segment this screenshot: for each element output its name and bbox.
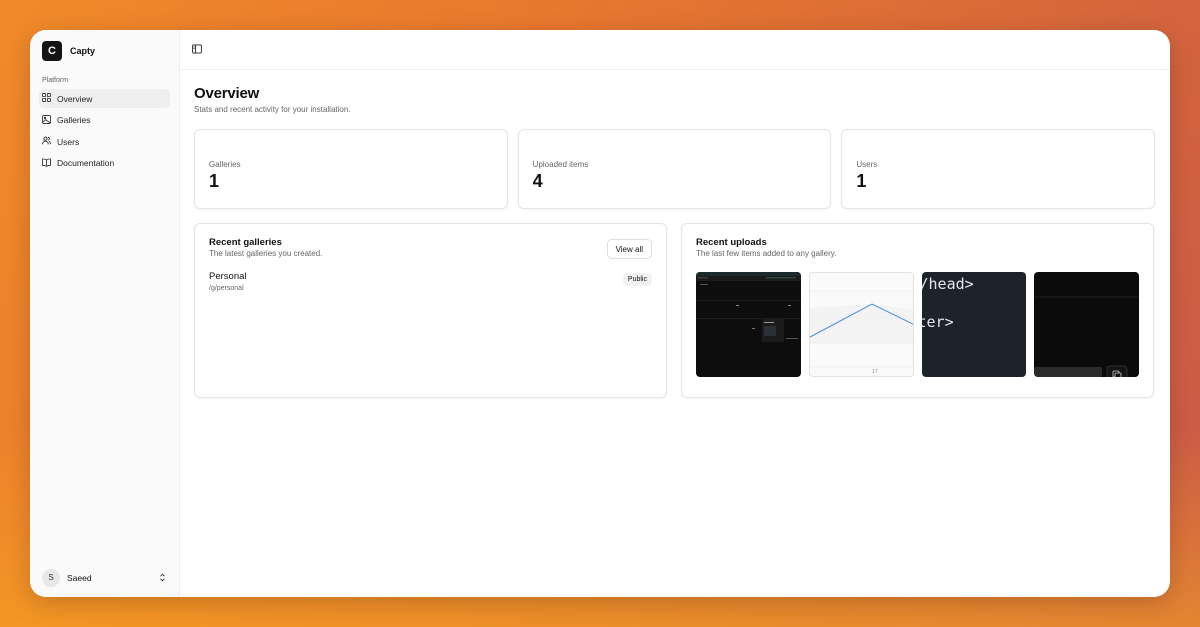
panel-subtitle: The last few items added to any gallery. bbox=[696, 249, 837, 258]
stat-value: 1 bbox=[209, 171, 220, 191]
dark-ui-image bbox=[1034, 296, 1139, 377]
brand-name: Capty bbox=[70, 46, 96, 56]
main-content: Overview Stats and recent activity for y… bbox=[180, 30, 1170, 597]
panel-title: Recent uploads bbox=[696, 237, 767, 248]
image-icon bbox=[42, 114, 51, 126]
code-line: /head> bbox=[921, 275, 974, 293]
users-icon bbox=[42, 136, 51, 147]
upload-thumbnail-1[interactable] bbox=[696, 272, 801, 377]
gallery-path: /g/personal bbox=[209, 285, 244, 292]
chevrons-up-down-icon bbox=[158, 569, 167, 587]
sidebar-item-overview[interactable]: Overview bbox=[39, 89, 170, 108]
sidebar: C Capty Platform Overview Galleries User… bbox=[30, 30, 180, 597]
sidebar-item-label: Users bbox=[57, 136, 80, 147]
recent-galleries-panel: Recent galleries The latest galleries yo… bbox=[194, 223, 667, 398]
dark-screenshot-image bbox=[696, 272, 801, 342]
sidebar-section-label: Platform bbox=[42, 77, 69, 84]
sidebar-item-documentation[interactable]: Documentation bbox=[39, 154, 170, 173]
panel-subtitle: The latest galleries you created. bbox=[209, 249, 323, 258]
code-line: ter> bbox=[921, 313, 954, 331]
line-chart-image: 17 bbox=[809, 290, 913, 375]
brand-logo: C bbox=[42, 41, 62, 61]
panels-row: Recent galleries The latest galleries yo… bbox=[194, 223, 1155, 398]
stat-value: 1 bbox=[856, 171, 867, 191]
upload-thumbnail-3[interactable]: /head> ter> bbox=[921, 272, 1027, 377]
stat-label: Galleries bbox=[209, 160, 241, 169]
sidebar-item-label: Overview bbox=[57, 93, 93, 104]
recent-uploads-panel: Recent uploads The last few items added … bbox=[681, 223, 1154, 398]
thumbnail-axis-label: 17 bbox=[872, 369, 878, 375]
sidebar-toggle-icon bbox=[192, 41, 202, 59]
page-title: Overview bbox=[194, 85, 260, 102]
sidebar-toggle-button[interactable] bbox=[191, 41, 203, 59]
gallery-name: Personal bbox=[209, 271, 247, 282]
stat-card-uploaded-items: Uploaded items 4 bbox=[517, 129, 832, 209]
sidebar-item-galleries[interactable]: Galleries bbox=[39, 111, 170, 130]
stat-label: Uploaded items bbox=[532, 160, 589, 169]
stat-label: Users bbox=[856, 160, 878, 169]
sidebar-item-label: Documentation bbox=[57, 158, 115, 168]
upload-thumbnail-4[interactable] bbox=[1034, 272, 1139, 377]
stat-card-galleries: Galleries 1 bbox=[194, 129, 508, 209]
page-subtitle: Stats and recent activity for your insta… bbox=[194, 105, 351, 114]
gallery-list-item[interactable]: Personal /g/personal Public bbox=[209, 271, 652, 292]
sidebar-item-label: Galleries bbox=[57, 115, 91, 125]
sidebar-item-users[interactable]: Users bbox=[39, 132, 170, 151]
user-name: Saeed bbox=[67, 572, 92, 583]
upload-thumbnails: 17 /head> ter> bbox=[696, 272, 1139, 377]
book-icon bbox=[42, 158, 51, 169]
view-all-button[interactable]: View all bbox=[606, 239, 652, 259]
grid-icon bbox=[42, 93, 51, 104]
stat-card-users: Users 1 bbox=[841, 129, 1156, 209]
upload-thumbnail-2[interactable]: 17 bbox=[808, 272, 914, 377]
stat-value: 4 bbox=[532, 171, 543, 191]
user-menu[interactable]: S Saeed bbox=[39, 568, 170, 587]
panel-title: Recent galleries bbox=[209, 237, 282, 248]
app-window: C Capty Platform Overview Galleries User… bbox=[30, 30, 1170, 597]
status-badge: Public bbox=[622, 273, 652, 286]
brand[interactable]: C Capty bbox=[39, 41, 170, 61]
avatar: S bbox=[42, 568, 60, 587]
stats-row: Galleries 1 Uploaded items 4 Users 1 bbox=[194, 129, 1156, 209]
page-content: Overview Stats and recent activity for y… bbox=[180, 70, 1170, 398]
topbar bbox=[180, 30, 1170, 70]
